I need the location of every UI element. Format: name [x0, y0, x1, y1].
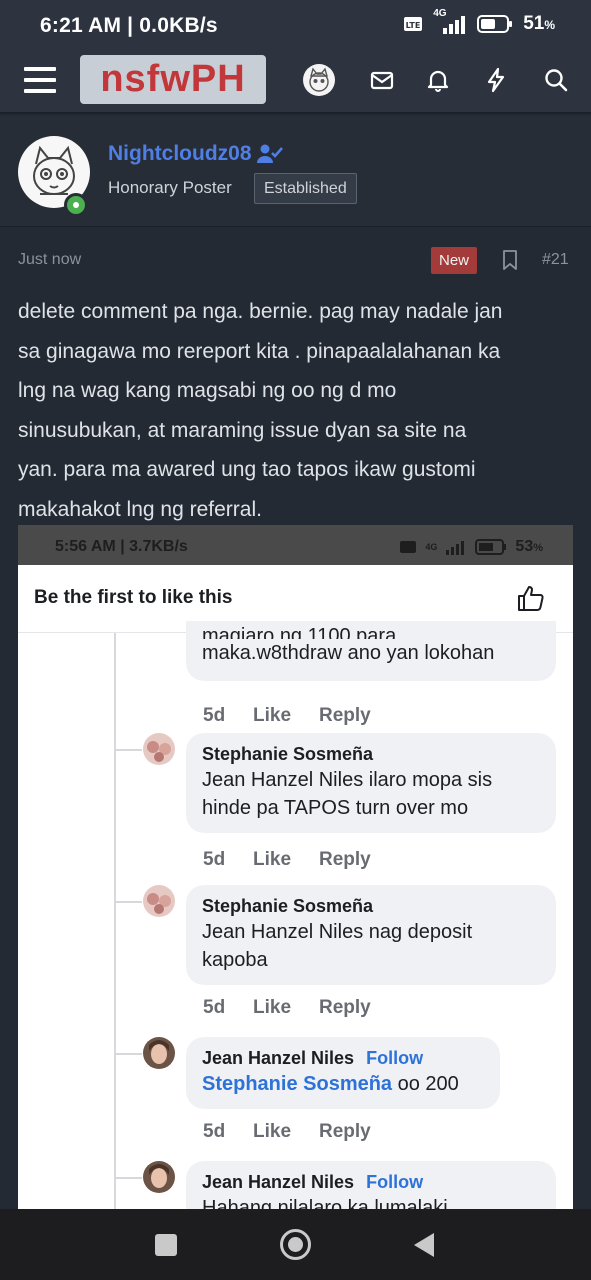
post-body-line: sa ginagawa mo rereport kita . pinapaala… [18, 339, 501, 363]
volte-icon: LTE [404, 17, 423, 31]
comment-text: kapoba [202, 949, 268, 971]
comment-text: Jean Hanzel Niles nag deposit [202, 921, 473, 943]
recent-apps-icon[interactable] [155, 1234, 177, 1256]
thumbs-up-icon[interactable] [516, 583, 546, 613]
notification-bell-icon[interactable] [425, 67, 451, 93]
screenshot-battery-level: 53% [515, 538, 543, 555]
commenter-avatar[interactable] [143, 1161, 175, 1193]
app-header: nsfwPH [0, 48, 591, 114]
reply-button[interactable]: Reply [319, 849, 371, 871]
battery-level: 51% [523, 13, 555, 34]
signal-icon: 4G [433, 8, 467, 34]
post-body-line: makahakot lng ng referral. [18, 497, 262, 521]
thread-branch [114, 901, 142, 903]
screenshot-status-icons: 4G 53% [399, 538, 543, 556]
status-time: 6:21 AM | 0.0KB/s [40, 14, 218, 37]
battery-icon [475, 539, 507, 555]
follow-button[interactable]: Follow [366, 1048, 423, 1068]
lightning-bolt-icon[interactable] [483, 67, 509, 93]
like-button[interactable]: Like [253, 849, 319, 871]
comment-actions: 5d Like Reply [203, 849, 371, 871]
inbox-envelope-icon[interactable] [369, 67, 395, 93]
online-status-icon [64, 193, 88, 217]
post-meta: Just now New #21 [0, 227, 591, 287]
commenter-avatar[interactable] [143, 733, 175, 765]
commenter-name[interactable]: Jean Hanzel Niles Follow [202, 1046, 484, 1070]
comment-bubble[interactable]: magiaro ng 1100 para maka.w8thdraw ano y… [186, 621, 556, 681]
follow-button[interactable]: Follow [366, 1172, 423, 1192]
battery-icon [477, 15, 513, 33]
post-body-line: yan. para ma awared ung tao tapos ikaw g… [18, 458, 476, 481]
mention-link[interactable]: Stephanie Sosmeña [202, 1073, 392, 1095]
comment-actions: 5d Like Reply [203, 997, 371, 1019]
screenshot-network-type: 4G [425, 542, 438, 552]
like-button[interactable]: Like [253, 705, 319, 727]
post-body-line: delete comment pa nga. bernie. pag may n… [18, 300, 503, 323]
comment-age: 5d [203, 705, 226, 726]
post-time[interactable]: Just now [18, 251, 81, 269]
thread-branch [114, 749, 142, 751]
screenshot-status-time: 5:56 AM | 3.7KB/s [55, 538, 188, 555]
back-icon[interactable] [414, 1233, 434, 1257]
comment-text: magiaro ng 1100 para [202, 625, 397, 639]
comment-text: Jean Hanzel Niles ilaro mopa sis [202, 769, 493, 791]
post-body: delete comment pa nga. bernie. pag may n… [18, 292, 573, 529]
comment-text: maka.w8thdraw ano yan lokohan [202, 642, 495, 664]
comment-text: hinde pa TAPOS turn over mo [202, 797, 469, 819]
comment-bubble[interactable]: Stephanie Sosmeña Jean Hanzel Niles nag … [186, 885, 556, 985]
screenshot-status-bar: 5:56 AM | 3.7KB/s 4G 53% [18, 525, 573, 565]
author-username[interactable]: Nightcloudz08 [108, 142, 283, 166]
comment-age: 5d [203, 849, 226, 870]
like-button[interactable]: Like [253, 997, 319, 1019]
reply-button[interactable]: Reply [319, 705, 371, 727]
like-button[interactable]: Like [253, 1121, 319, 1143]
commenter-avatar[interactable] [143, 885, 175, 917]
search-icon[interactable] [543, 67, 569, 93]
commenter-name[interactable]: Stephanie Sosmeña [202, 894, 540, 918]
thread-branch [114, 1053, 142, 1055]
author-title: Honorary Poster [108, 178, 232, 197]
thread-branch [114, 1177, 142, 1179]
author-badge: Established [254, 173, 357, 204]
home-icon[interactable] [280, 1229, 311, 1260]
comment-age: 5d [203, 1121, 226, 1142]
comment-bubble[interactable]: Jean Hanzel Niles Follow Stephanie Sosmeñ… [186, 1037, 500, 1109]
comment-bubble[interactable]: Jean Hanzel Niles Follow Hahang nilalaro … [186, 1161, 556, 1209]
user-avatar[interactable] [303, 64, 335, 96]
system-nav-bar [0, 1209, 591, 1280]
comment-text: Hahang nilalaro ka lumalaki [202, 1197, 448, 1209]
status-bar: 6:21 AM | 0.0KB/s LTE 4G 51% [0, 0, 591, 48]
post-number[interactable]: #21 [542, 251, 569, 269]
verified-user-icon [256, 144, 283, 163]
likes-title: Be the first to like this [34, 587, 233, 608]
new-badge: New [431, 247, 477, 274]
comment-bubble[interactable]: Stephanie Sosmeña Jean Hanzel Niles ilar… [186, 733, 556, 833]
comment-age: 5d [203, 997, 226, 1018]
embedded-screenshot[interactable]: 5:56 AM | 3.7KB/s 4G 53% Be the first to… [18, 525, 573, 1209]
commenter-avatar[interactable] [143, 1037, 175, 1069]
post-author-block: Nightcloudz08 Honorary Poster Establishe… [0, 116, 591, 227]
site-logo[interactable]: nsfwPH [80, 55, 266, 104]
comment-actions: 5d Like Reply [203, 705, 371, 727]
signal-icon [446, 541, 465, 555]
comment-actions: 5d Like Reply [203, 1121, 371, 1143]
svg-text:LTE: LTE [406, 21, 421, 30]
thread-line [114, 633, 116, 1209]
post-body-line: lng na wag kang magsabi ng oo ng d mo [18, 379, 397, 402]
commenter-name[interactable]: Jean Hanzel Niles Follow [202, 1170, 540, 1194]
volte-icon [400, 541, 417, 553]
status-icons: LTE 4G 51% [403, 8, 555, 35]
commenter-name[interactable]: Stephanie Sosmeña [202, 742, 540, 766]
comment-text: Stephanie Sosmeña oo 200 [202, 1073, 459, 1095]
bookmark-icon[interactable] [502, 250, 518, 270]
post-body-line: sinusubukan, at maraming issue dyan sa s… [18, 418, 467, 442]
reply-button[interactable]: Reply [319, 997, 371, 1019]
hamburger-menu-icon[interactable] [24, 67, 56, 93]
reply-button[interactable]: Reply [319, 1121, 371, 1143]
